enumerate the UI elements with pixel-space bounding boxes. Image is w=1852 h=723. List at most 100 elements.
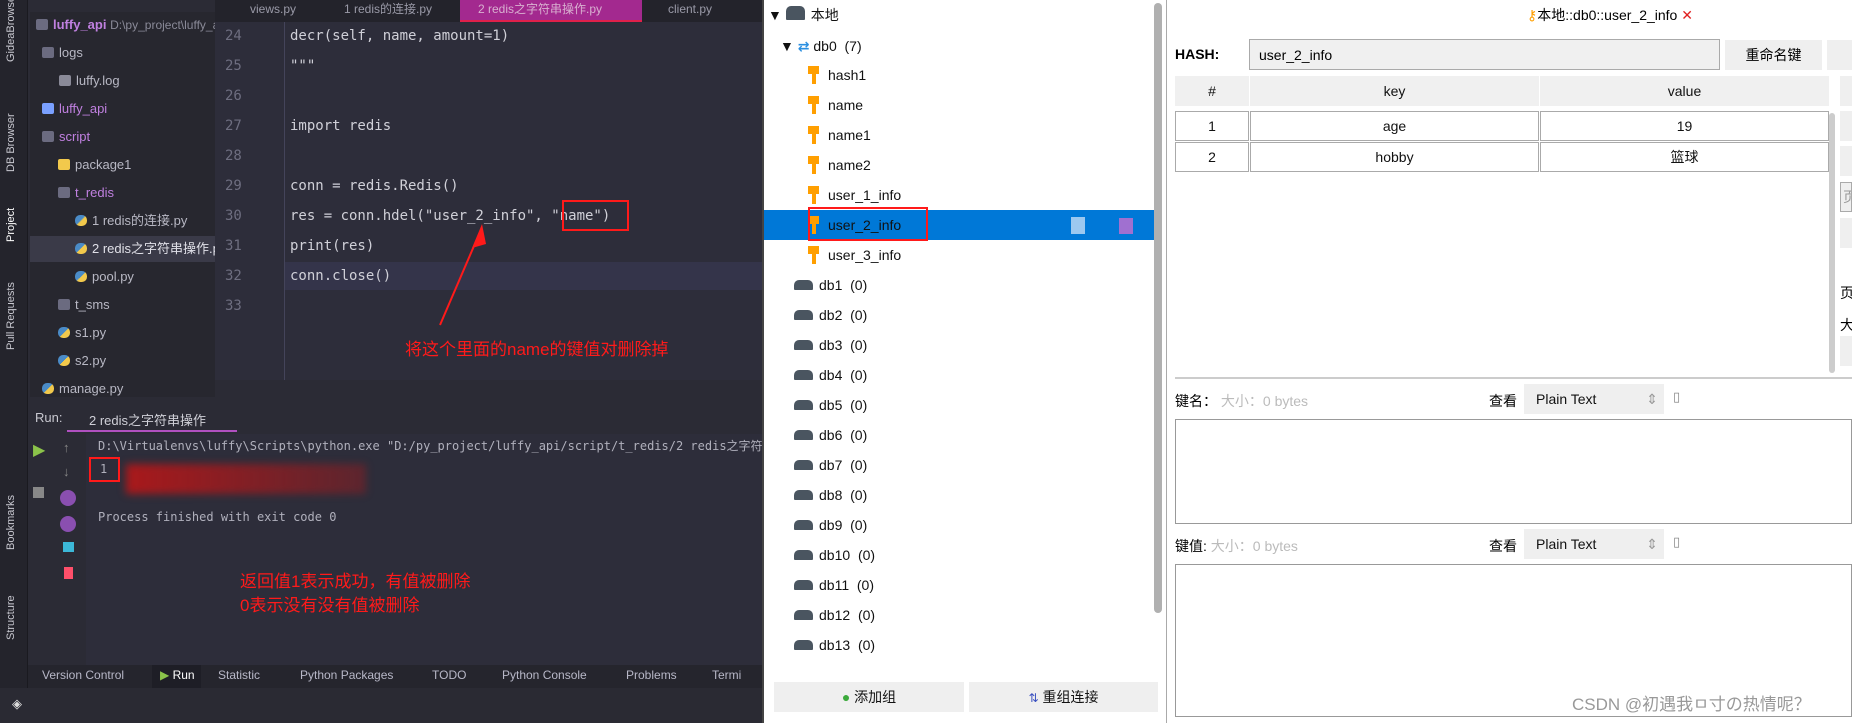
print-icon[interactable] bbox=[63, 542, 74, 552]
tool-version-control[interactable]: Version Control bbox=[42, 668, 124, 682]
delete-icon[interactable] bbox=[1119, 218, 1133, 234]
table-cell[interactable]: hobby bbox=[1250, 142, 1539, 172]
down-arrow-icon[interactable]: ↓ bbox=[63, 464, 70, 479]
run-console[interactable]: D:\Virtualenvs\luffy\Scripts\python.exe … bbox=[86, 434, 762, 665]
tool-terminal[interactable]: Termi bbox=[712, 668, 741, 682]
up-arrow-icon[interactable]: ↑ bbox=[63, 440, 70, 455]
db-node[interactable]: db13 (0) bbox=[764, 630, 1154, 660]
side-button[interactable] bbox=[1840, 218, 1852, 248]
key-icon bbox=[808, 126, 819, 144]
side-button[interactable] bbox=[1840, 146, 1852, 176]
column-header[interactable]: value bbox=[1540, 76, 1829, 106]
table-scrollbar[interactable] bbox=[1829, 113, 1835, 373]
rename-key-button[interactable]: 重命名键 bbox=[1725, 40, 1822, 70]
add-group-button[interactable]: ● 添加组 bbox=[774, 682, 964, 712]
size-label: 大 bbox=[1840, 317, 1852, 333]
db-node[interactable]: db11 (0) bbox=[764, 570, 1154, 600]
run-label: Run: bbox=[35, 410, 63, 425]
tool-todo[interactable]: TODO bbox=[432, 668, 466, 682]
db-node[interactable]: db3 (0) bbox=[764, 330, 1154, 360]
stop-icon[interactable] bbox=[33, 487, 44, 498]
db-node[interactable]: db5 (0) bbox=[764, 390, 1154, 420]
key-name-label: 键名： 大小：0 bytes bbox=[1175, 393, 1309, 409]
key-node[interactable]: user_1_info bbox=[764, 180, 1154, 210]
db-node[interactable]: db10 (0) bbox=[764, 540, 1154, 570]
key-view-mode-select[interactable]: Plain Text ⇕ bbox=[1524, 384, 1664, 414]
db-node[interactable]: db8 (0) bbox=[764, 480, 1154, 510]
soft-wrap-icon[interactable] bbox=[60, 490, 76, 506]
db-node[interactable]: db12 (0) bbox=[764, 600, 1154, 630]
db0-node[interactable]: ▼ ⇄ db0 (7) bbox=[764, 31, 1154, 61]
database-icon bbox=[794, 340, 813, 350]
key-node[interactable]: hash1 bbox=[764, 60, 1154, 90]
clipboard-icon[interactable]: ▯ bbox=[1673, 389, 1680, 405]
database-icon bbox=[794, 550, 813, 560]
key-node[interactable]: name bbox=[764, 90, 1154, 120]
annotation-code: 将这个里面的name的键值对删除掉 bbox=[405, 340, 669, 359]
redis-key-tree: ▼ 本地 ▼ ⇄ db0 (7) hash1 name name1 name2 user… bbox=[762, 0, 1167, 723]
table-cell[interactable]: age bbox=[1250, 111, 1539, 141]
table-cell[interactable]: 2 bbox=[1175, 142, 1249, 172]
layers-icon[interactable]: ◈ bbox=[12, 696, 22, 712]
db-node[interactable]: db2 (0) bbox=[764, 300, 1154, 330]
key-node[interactable]: user_3_info bbox=[764, 240, 1154, 270]
key-icon bbox=[808, 66, 819, 84]
reconnect-button[interactable]: ⇅ 重组连接 bbox=[969, 682, 1158, 712]
db-node[interactable]: db1 (0) bbox=[764, 270, 1154, 300]
database-icon bbox=[794, 610, 813, 620]
updown-chevron-icon: ⇕ bbox=[1646, 536, 1658, 552]
tool-run[interactable]: ▶ Run bbox=[152, 665, 201, 688]
table-cell[interactable]: 19 bbox=[1540, 111, 1829, 141]
key-name-input[interactable] bbox=[1249, 39, 1720, 70]
close-tab-icon[interactable]: ✕ bbox=[1681, 7, 1693, 23]
tool-problems[interactable]: Problems bbox=[626, 668, 677, 682]
splitter[interactable] bbox=[1175, 377, 1852, 379]
side-button[interactable] bbox=[1840, 111, 1852, 141]
tool-python-packages[interactable]: Python Packages bbox=[300, 668, 393, 682]
db-node[interactable]: db6 (0) bbox=[764, 420, 1154, 450]
rerun-icon[interactable]: ▶ bbox=[33, 440, 45, 460]
copy-link-icon[interactable] bbox=[1071, 217, 1085, 234]
table-cell[interactable]: 篮球 bbox=[1540, 142, 1829, 172]
page-button[interactable]: 页 bbox=[1840, 182, 1852, 212]
db-node[interactable]: db9 (0) bbox=[764, 510, 1154, 540]
detail-tab[interactable]: ⚷本地::db0::user_2_info ✕ bbox=[1527, 5, 1693, 25]
tool-statistic[interactable]: Statistic bbox=[218, 668, 260, 682]
side-button[interactable] bbox=[1840, 336, 1852, 366]
column-header[interactable]: key bbox=[1250, 76, 1539, 106]
highlight-box-output bbox=[89, 457, 120, 482]
db-node[interactable]: db7 (0) bbox=[764, 450, 1154, 480]
key-detail-panel: ⚷本地::db0::user_2_info ✕ HASH: 重命名键 # key… bbox=[1167, 0, 1852, 723]
scrollbar[interactable] bbox=[1154, 3, 1162, 613]
pycharm-window: GideaBrowser DB Browser Project Pull Req… bbox=[0, 0, 762, 723]
key-node[interactable]: name1 bbox=[764, 120, 1154, 150]
key-node[interactable]: name2 bbox=[764, 150, 1154, 180]
side-button[interactable] bbox=[1840, 76, 1852, 106]
connection-node[interactable]: ▼ 本地 bbox=[764, 0, 1154, 30]
db-node[interactable]: db4 (0) bbox=[764, 360, 1154, 390]
watermark: CSDN @初遇我ㅁ寸の热情呢？ bbox=[1572, 695, 1811, 714]
column-header[interactable]: # bbox=[1175, 76, 1249, 106]
table-cell[interactable]: 1 bbox=[1175, 111, 1249, 141]
database-icon bbox=[794, 400, 813, 410]
trash-icon[interactable] bbox=[64, 567, 73, 579]
highlight-box-key bbox=[808, 207, 928, 241]
scroll-to-end-icon[interactable] bbox=[60, 516, 76, 532]
page-label: 页: bbox=[1840, 285, 1852, 301]
server-icon bbox=[785, 6, 805, 20]
database-icon bbox=[794, 370, 813, 380]
key-value-label: 键值: 大小：0 bytes bbox=[1175, 538, 1298, 554]
value-view-mode-select[interactable]: Plain Text ⇕ bbox=[1524, 529, 1664, 559]
plus-circle-icon: ● bbox=[841, 689, 851, 705]
key-icon bbox=[808, 156, 819, 174]
key-name-textarea[interactable] bbox=[1175, 419, 1852, 524]
clipboard-icon[interactable]: ▯ bbox=[1673, 534, 1680, 550]
tool-python-console[interactable]: Python Console bbox=[502, 668, 587, 682]
run-tool-header: Run: 2 redis之字符串操作 bbox=[28, 400, 762, 434]
side-button[interactable] bbox=[1827, 40, 1852, 70]
run-tab[interactable]: 2 redis之字符串操作 bbox=[67, 405, 237, 432]
swap-icon: ⇅ bbox=[1028, 691, 1039, 705]
sync-icon: ⇄ bbox=[797, 38, 810, 54]
key-icon: ⚷ bbox=[1527, 7, 1538, 23]
bottom-tool-bar: Version Control ▶ Run Statistic Python P… bbox=[28, 665, 762, 688]
